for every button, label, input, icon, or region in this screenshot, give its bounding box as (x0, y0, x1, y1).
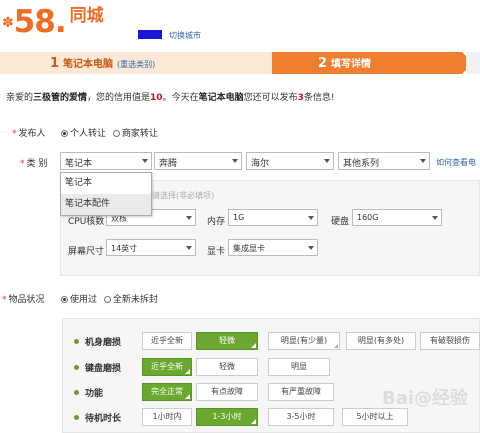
reselect-category-link[interactable]: (重选类别) (117, 60, 155, 69)
watermark: Bai@经验 (382, 388, 469, 409)
keyboard-wear-chip[interactable]: 近乎全新 (142, 358, 192, 376)
logo-mark-icon: ✽ (2, 15, 14, 31)
keyboard-wear-chip[interactable]: 明显 (268, 358, 330, 376)
step-1-label: 1 笔记本电脑 (重选类别) (50, 56, 156, 71)
bullet-icon (74, 414, 79, 420)
bullet-icon (74, 338, 79, 344)
standby-time-chip[interactable]: 3-5小时 (268, 408, 334, 426)
specs-hint: 请选择(非必填项) (152, 191, 215, 200)
condition-label: * 物品状况 (2, 295, 45, 305)
chevron-down-icon (308, 216, 314, 220)
category-dropdown: 笔记本 笔记本配件 (60, 172, 152, 216)
screen-size-label: 屏幕尺寸 (68, 247, 105, 257)
memory-select[interactable]: 1G (228, 209, 318, 226)
body-wear-chip[interactable]: 近乎全新 (142, 332, 192, 350)
dropdown-option-notebook-accessories[interactable]: 笔记本配件 (61, 194, 151, 215)
dropdown-option-notebook[interactable]: 笔记本 (61, 173, 151, 194)
body-wear-chip[interactable]: 明显(有少量) (268, 332, 340, 350)
chevron-down-icon (142, 159, 148, 163)
standby-time-chip[interactable]: 1小时内 (142, 408, 192, 426)
header: ✽ 58. 同城 切换城市 (0, 0, 480, 48)
disk-label: 硬盘 (331, 217, 350, 227)
city-switch-link[interactable]: 切换城市 (169, 30, 201, 41)
logo-number: 58. (13, 4, 67, 40)
publisher-business-radio[interactable]: 商家转让 (112, 129, 158, 139)
chevron-down-icon (308, 246, 314, 250)
condition-options: 使用过 全新未拆封 (61, 292, 162, 305)
standby-time-row: 待机时长 (74, 408, 141, 426)
function-chip[interactable]: 有点故障 (196, 383, 258, 401)
disk-select[interactable]: 160G (352, 209, 442, 226)
function-chip[interactable]: 完全正常 (142, 383, 192, 401)
chevron-down-icon (420, 159, 426, 163)
city-name-redacted (138, 30, 162, 39)
body-wear-row: 机身磨损 (74, 332, 141, 350)
publisher-options: 个人转让 商家转让 (61, 126, 162, 139)
category-label: * 类 别 (20, 159, 48, 169)
function-chip[interactable]: 有严重故障 (268, 383, 334, 401)
function-row: 功能 (74, 383, 141, 401)
standby-time-chip[interactable]: 5小时以上 (342, 408, 408, 426)
chevron-down-icon (324, 159, 330, 163)
screen-size-select[interactable]: 14英寸 (106, 239, 196, 256)
publisher-personal-radio[interactable]: 个人转让 (61, 129, 106, 139)
standby-time-chip[interactable]: 1-3小时 (196, 408, 258, 426)
condition-new-radio[interactable]: 全新未拆封 (103, 295, 158, 305)
bullet-icon (74, 389, 79, 395)
logo-text: 同城 (69, 6, 104, 26)
body-wear-chip[interactable]: 有破裂损伤 (420, 332, 480, 350)
chevron-down-icon (186, 246, 192, 250)
model-series-select[interactable]: 其他系列 (338, 152, 430, 170)
brand-series-select[interactable]: 奔腾 (154, 152, 242, 170)
publisher-label: * 发布人 (12, 129, 46, 139)
step-3 (466, 52, 480, 74)
keyboard-wear-chip[interactable]: 轻微 (196, 358, 258, 376)
bullet-icon (74, 364, 79, 370)
gpu-select[interactable]: 集成显卡 (228, 239, 318, 256)
body-wear-chip[interactable]: 明显(有多处) (346, 332, 416, 350)
chevron-down-icon (432, 216, 438, 220)
step-2-label: 2 填写详情 (318, 56, 372, 71)
how-to-check-link[interactable]: 如何查看电 (436, 157, 476, 168)
body-wear-chip[interactable]: 轻微 (196, 332, 258, 350)
keyboard-wear-row: 键盘磨损 (74, 358, 141, 376)
credit-notice: 亲爱的三极管的爱情，您的信用值是10。今天在笔记本电脑您还可以发布3条信息! (6, 93, 335, 103)
memory-label: 内存 (207, 217, 226, 227)
condition-used-radio[interactable]: 使用过 (61, 295, 97, 305)
chevron-down-icon (232, 159, 238, 163)
gpu-label: 显卡 (207, 247, 226, 257)
chevron-down-icon (186, 216, 192, 220)
brand-select[interactable]: 海尔 (246, 152, 334, 170)
site-logo[interactable]: ✽ 58. 同城 (2, 6, 104, 38)
category-select[interactable]: 笔记本 (60, 152, 152, 170)
